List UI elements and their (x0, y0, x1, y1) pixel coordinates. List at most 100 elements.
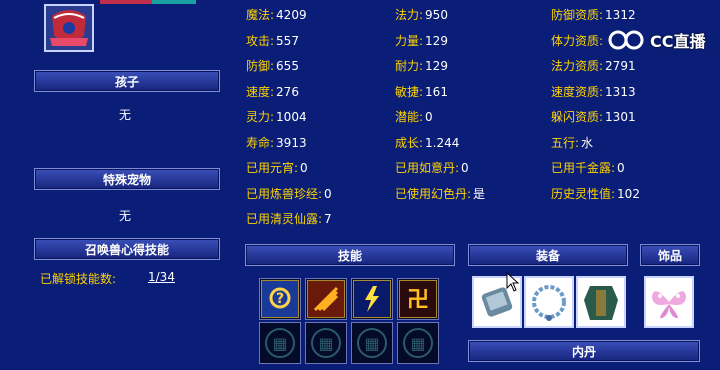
watermark-logo: CC直播 (608, 28, 706, 52)
stat-row: 法力: 950 (395, 6, 448, 23)
accessory-header-label: 饰品 (657, 248, 682, 263)
stat-label: 躲闪资质: (551, 110, 604, 124)
stat-label: 潜能: (395, 110, 424, 124)
inner-dan-header[interactable]: 内丹 (468, 340, 700, 362)
stat-label: 法力资质: (551, 59, 604, 73)
stat-row: 已用炼兽珍经: 0 (246, 185, 332, 202)
inner-dan-header-label: 内丹 (571, 344, 596, 359)
equipment-slot-2[interactable] (524, 276, 574, 328)
skill-slot-4[interactable]: 卍 (397, 278, 439, 320)
stat-row: 五行: 水 (551, 134, 593, 151)
question-hand-icon: ? (261, 280, 299, 318)
stat-label: 力量: (395, 33, 424, 48)
skill-slot-5[interactable]: ▦ (259, 322, 301, 364)
empty-slot-icon: ▦ (403, 328, 433, 358)
stat-value: 0 (425, 110, 433, 124)
special-pet-header-label: 特殊宠物 (102, 172, 151, 187)
equipment-header[interactable]: 装备 (468, 244, 628, 266)
empty-slot-icon: ▦ (311, 328, 341, 358)
rune-icon: 卍 (399, 280, 437, 318)
skill-slot-3[interactable] (351, 278, 393, 320)
stat-label: 成长: (395, 135, 424, 150)
lightning-icon (353, 280, 391, 318)
stat-label: 耐力: (395, 59, 424, 73)
stat-label: 灵力: (246, 110, 275, 124)
equipment-slot-3[interactable] (576, 276, 626, 328)
stat-label: 寿命: (246, 135, 275, 150)
accessory-header[interactable]: 饰品 (640, 244, 700, 266)
stat-row: 体力资质: (551, 32, 605, 49)
stat-row: 法力资质: 2791 (551, 57, 636, 74)
stat-row: 防御: 655 (246, 57, 299, 74)
stat-value: 1004 (276, 110, 307, 124)
insight-skill-header[interactable]: 召唤兽心得技能 (34, 238, 220, 260)
fire-claw-icon (307, 280, 345, 318)
stat-row: 已用元宵: 0 (246, 159, 308, 176)
empty-slot-icon: ▦ (265, 328, 295, 358)
empty-slot-icon: ▦ (357, 328, 387, 358)
stat-row: 已用清灵仙露: 7 (246, 210, 332, 227)
stat-label: 攻击: (246, 33, 275, 48)
stat-value: 102 (617, 186, 640, 201)
skill-slot-8[interactable]: ▦ (397, 322, 439, 364)
mouse-cursor-icon (506, 272, 520, 292)
child-value: 无 (119, 108, 132, 122)
stat-row: 历史灵性值: 102 (551, 185, 640, 202)
stat-label: 已用千金露: (551, 161, 616, 175)
unlocked-skills-value[interactable]: 1/34 (148, 270, 175, 284)
stat-value: 0 (324, 186, 332, 201)
stat-label: 五行: (551, 135, 580, 150)
skill-slot-1[interactable]: ? (259, 278, 301, 320)
unlocked-skills-row: 已解锁技能数: (40, 270, 116, 287)
stat-label: 敏捷: (395, 84, 424, 99)
avatar-top-strip-2 (152, 0, 196, 4)
stat-label: 魔法: (246, 8, 275, 22)
svg-text:卍: 卍 (407, 288, 429, 313)
stat-row: 已用如意丹: 0 (395, 159, 469, 176)
stat-label: 历史灵性值: (551, 186, 616, 201)
skills-header-label: 技能 (337, 248, 362, 263)
stat-row: 防御资质: 1312 (551, 6, 636, 23)
stat-value: 0 (617, 161, 625, 175)
stat-value: 0 (300, 161, 308, 175)
stat-value: 7 (324, 212, 332, 226)
stat-value: 2791 (605, 59, 636, 73)
special-pet-value: 无 (119, 209, 132, 223)
robe-icon (584, 286, 618, 320)
stat-value: 1313 (605, 84, 636, 99)
pet-avatar[interactable] (44, 4, 94, 52)
stat-label: 已用元宵: (246, 161, 299, 175)
skill-slot-2[interactable] (305, 278, 347, 320)
stat-value: 129 (425, 59, 448, 73)
skills-header[interactable]: 技能 (245, 244, 455, 266)
accessory-slot[interactable] (644, 276, 694, 328)
stat-row: 已用千金露: 0 (551, 159, 625, 176)
stat-label: 已用清灵仙露: (246, 212, 323, 226)
butterfly-wing-icon (652, 291, 686, 319)
cc-logo-icon (608, 30, 644, 50)
watermark-text: CC直播 (650, 32, 706, 51)
stat-value: 950 (425, 8, 448, 22)
stat-value: 655 (276, 59, 299, 73)
pet-avatar-icon (46, 6, 92, 50)
stat-value: 129 (425, 33, 448, 48)
stat-row: 潜能: 0 (395, 108, 433, 125)
stat-row: 攻击: 557 (246, 32, 299, 49)
stat-value: 是 (473, 186, 486, 201)
stat-value: 3913 (276, 135, 307, 150)
stat-label: 防御: (246, 59, 275, 73)
stat-row: 敏捷: 161 (395, 83, 448, 100)
stat-row: 寿命: 3913 (246, 134, 307, 151)
chain-ring-icon (532, 285, 566, 321)
stat-value: 557 (276, 33, 299, 48)
stat-row: 速度资质: 1313 (551, 83, 636, 100)
skill-slot-7[interactable]: ▦ (351, 322, 393, 364)
stat-row: 耐力: 129 (395, 57, 448, 74)
stat-value: 1312 (605, 8, 636, 22)
stat-value: 0 (461, 161, 469, 175)
stat-row: 成长: 1.244 (395, 134, 459, 151)
stat-value: 276 (276, 84, 299, 99)
skill-slot-6[interactable]: ▦ (305, 322, 347, 364)
unlocked-skills-label: 已解锁技能数: (40, 272, 117, 286)
child-header: 孩子 (34, 70, 220, 92)
